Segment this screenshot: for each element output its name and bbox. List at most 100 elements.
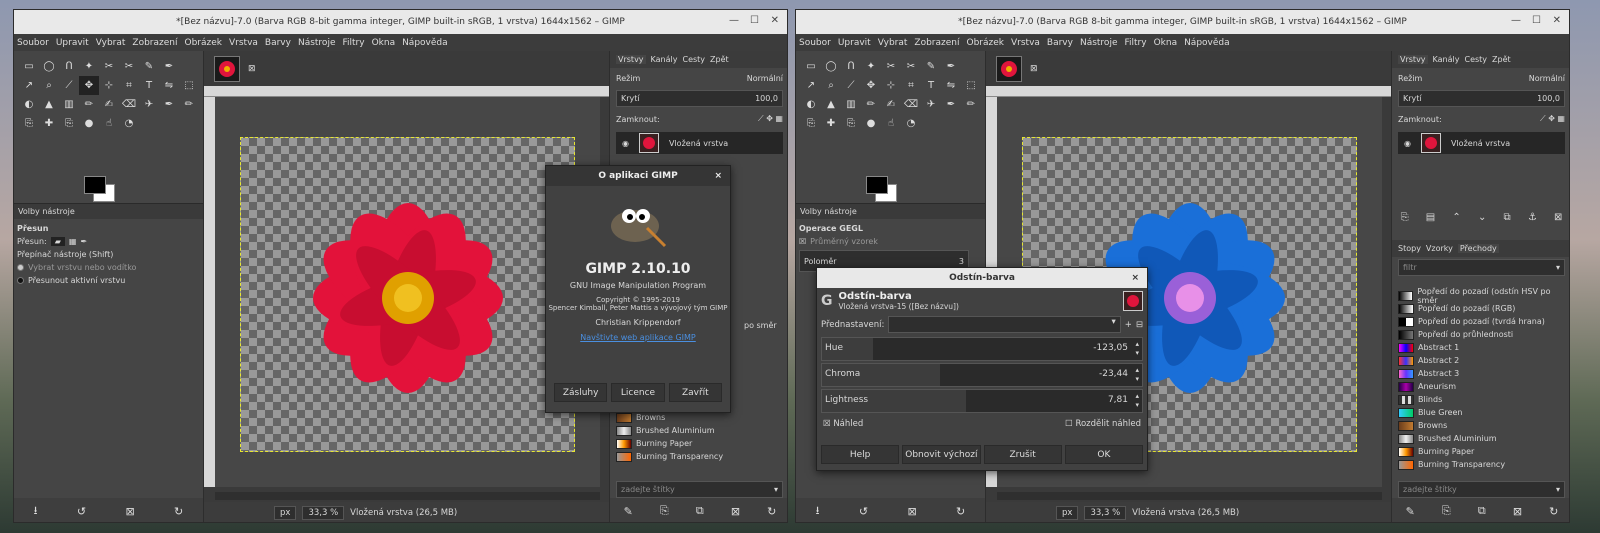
crop-icon[interactable]: ⌗ (119, 76, 139, 95)
radio-icon[interactable] (17, 264, 24, 271)
measure2-icon[interactable]: ⟋ (841, 76, 861, 95)
menu-nastroje[interactable]: Nástroje (298, 38, 336, 48)
move-icon[interactable]: ✥ (861, 76, 881, 95)
checkbox-icon[interactable]: ☒ (823, 419, 831, 429)
ellipse-select-icon[interactable]: ◯ (39, 57, 59, 76)
delete-icon[interactable]: ⊠ (125, 505, 134, 518)
unit-select[interactable]: px (1056, 506, 1079, 520)
split-preview-toggle[interactable]: ☐ Rozdělit náhled (1065, 419, 1141, 429)
restore-icon[interactable]: ↺ (859, 505, 868, 518)
eraser-icon[interactable]: ⌫ (901, 95, 921, 114)
maximize-icon[interactable]: ☐ (1532, 15, 1541, 26)
image-thumbnail[interactable] (996, 55, 1022, 82)
preset-menu-icon[interactable]: ⊟ (1136, 320, 1143, 330)
pencil-icon[interactable]: ✏ (861, 95, 881, 114)
mode-select[interactable]: Normální (1529, 74, 1565, 83)
flip-icon[interactable]: ⇋ (159, 76, 179, 95)
mode-select[interactable]: Normální (747, 74, 783, 83)
heal-icon[interactable]: ✚ (39, 114, 59, 133)
image-thumbnail[interactable] (214, 55, 240, 82)
duplicate-icon[interactable]: ⧉ (696, 504, 704, 518)
radio-icon[interactable] (17, 277, 24, 284)
perspective-clone-icon[interactable]: ⎘ (841, 114, 861, 133)
menu-barvy[interactable]: Barvy (265, 38, 291, 48)
horizontal-scrollbar[interactable] (215, 492, 600, 500)
menu-soubor[interactable]: Soubor (17, 38, 49, 48)
minimize-icon[interactable]: — (729, 15, 739, 26)
menu-vrstva[interactable]: Vrstva (1011, 38, 1040, 48)
duplicate-icon[interactable]: ⧉ (1478, 504, 1486, 518)
ink-icon[interactable]: ✒ (941, 95, 961, 114)
eye-icon[interactable]: ◉ (622, 139, 629, 148)
list-item[interactable]: Burning Transparency (1398, 458, 1566, 471)
bucket-icon[interactable]: ▲ (821, 95, 841, 114)
zoom-select[interactable]: 33,3 % (1084, 506, 1127, 520)
list-item[interactable]: Popředí do průhlednosti (1398, 328, 1566, 341)
option-pick-layer[interactable]: Vybrat vrstvu nebo vodítko (17, 261, 200, 274)
menu-napoveda[interactable]: Nápověda (402, 38, 448, 48)
lasso-icon[interactable]: ᑎ (59, 57, 79, 76)
menu-napoveda[interactable]: Nápověda (1184, 38, 1230, 48)
move-selection-icon[interactable]: ▦ (69, 237, 77, 246)
move-path-icon[interactable]: ✒ (80, 237, 87, 246)
option-active-layer[interactable]: Přesunout aktivní vrstvu (17, 274, 200, 287)
gradient-icon[interactable]: ▥ (841, 95, 861, 114)
zoom-icon[interactable]: ⌕ (821, 76, 841, 95)
zoom-select[interactable]: 33,3 % (302, 506, 345, 520)
layer-item[interactable]: ◉ Vložená vrstva (1398, 132, 1565, 154)
tab-kanaly[interactable]: Kanály (651, 55, 678, 64)
measure-icon[interactable]: ↗ (19, 76, 39, 95)
color-picker-icon[interactable]: ✒ (159, 57, 179, 76)
fuzzy-select-icon[interactable]: ✦ (79, 57, 99, 76)
close-tab-icon[interactable]: ⊠ (1030, 64, 1038, 74)
menu-okna[interactable]: Okna (1154, 38, 1178, 48)
reset-icon[interactable]: ↻ (174, 505, 183, 518)
warp-icon[interactable]: ◐ (19, 95, 39, 114)
perspective-clone-icon[interactable]: ⎘ (59, 114, 79, 133)
measure-icon[interactable]: ↗ (801, 76, 821, 95)
align-icon[interactable]: ⊹ (99, 76, 119, 95)
preview-toggle[interactable]: ☒ Náhled (823, 419, 863, 429)
align-icon[interactable]: ⊹ (881, 76, 901, 95)
mypaint-icon[interactable]: ✏ (961, 95, 981, 114)
list-item[interactable]: Popředí do pozadí (tvrdá hrana) (1398, 315, 1566, 328)
eye-icon[interactable]: ◉ (1404, 139, 1411, 148)
menu-zobrazeni[interactable]: Zobrazení (914, 38, 959, 48)
foreground-color[interactable] (84, 176, 106, 194)
tab-cesty[interactable]: Cesty (682, 55, 705, 64)
save-options-icon[interactable]: ⭳ (34, 502, 38, 521)
layer-canvas[interactable] (240, 137, 575, 452)
filter-input[interactable]: filtr ▾ (1398, 259, 1565, 276)
text-icon[interactable]: T (139, 76, 159, 95)
heal-icon[interactable]: ✚ (821, 114, 841, 133)
about-link[interactable]: Navštivte web aplikace GIMP (546, 333, 730, 342)
blur-icon[interactable]: ● (79, 114, 99, 133)
menu-nastroje[interactable]: Nástroje (1080, 38, 1118, 48)
list-item[interactable]: Brushed Aluminium (1398, 432, 1566, 445)
clone-icon[interactable]: ⎘ (801, 114, 821, 133)
tab-kanaly[interactable]: Kanály (1433, 55, 1460, 64)
checkbox-icon[interactable]: ☐ (1065, 419, 1073, 429)
unit-select[interactable]: px (274, 506, 297, 520)
close-icon[interactable]: ✕ (771, 15, 779, 26)
gegl-avg-row[interactable]: ☒ Průměrný vzorek (799, 235, 982, 248)
list-item[interactable]: Blue Green (1398, 406, 1566, 419)
chroma-spin-icon[interactable]: ▴ ▾ (1135, 366, 1139, 384)
close-icon[interactable]: × (714, 171, 722, 181)
menu-filtry[interactable]: Filtry (1124, 38, 1146, 48)
list-item[interactable]: Popředí do pozadí (odstín HSV po směr (1398, 287, 1566, 305)
warp-icon[interactable]: ◐ (801, 95, 821, 114)
tab-stopy[interactable]: Stopy (1398, 244, 1421, 253)
move-icon[interactable]: ✥ (79, 76, 99, 95)
close-icon[interactable]: ✕ (1553, 15, 1561, 26)
tab-zpet[interactable]: Zpět (710, 55, 729, 64)
chroma-slider[interactable]: Chroma -23,44 ▴ ▾ (821, 363, 1143, 387)
canvas[interactable] (215, 97, 600, 487)
smudge-icon[interactable]: ☝ (99, 114, 119, 133)
horizontal-scrollbar[interactable] (997, 492, 1382, 500)
color-picker-icon[interactable]: ✒ (941, 57, 961, 76)
fuzzy-select-icon[interactable]: ✦ (861, 57, 881, 76)
paths-icon[interactable]: ✎ (921, 57, 941, 76)
raise-icon[interactable]: ⌃ (1452, 212, 1460, 223)
lower-icon[interactable]: ⌄ (1478, 212, 1486, 223)
